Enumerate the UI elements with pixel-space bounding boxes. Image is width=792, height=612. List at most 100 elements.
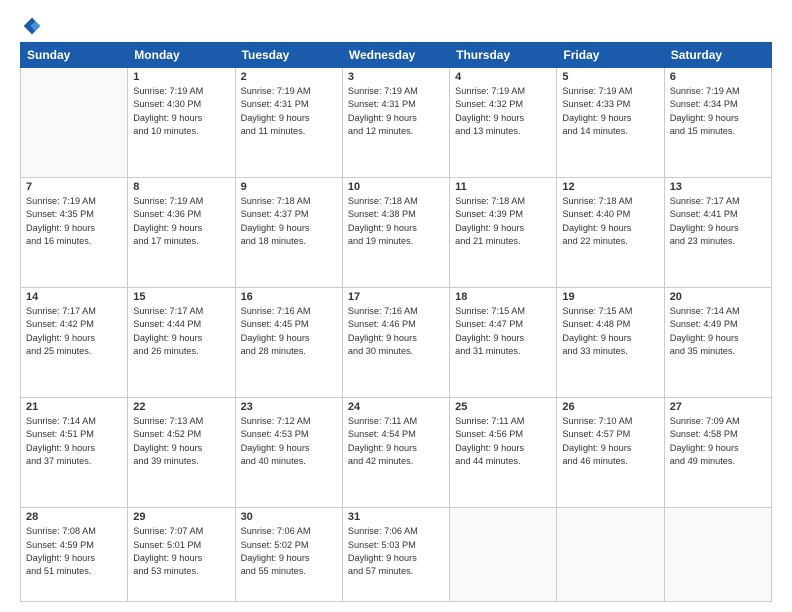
calendar-header-tuesday: Tuesday xyxy=(235,43,342,68)
day-number: 27 xyxy=(670,401,766,413)
day-info: Sunrise: 7:06 AMSunset: 5:02 PMDaylight:… xyxy=(241,525,337,578)
calendar-cell: 20 Sunrise: 7:14 AMSunset: 4:49 PMDayligh… xyxy=(664,288,771,398)
day-info: Sunrise: 7:07 AMSunset: 5:01 PMDaylight:… xyxy=(133,525,229,578)
day-info: Sunrise: 7:19 AMSunset: 4:33 PMDaylight:… xyxy=(562,85,658,138)
calendar-cell: 17 Sunrise: 7:16 AMSunset: 4:46 PMDayligh… xyxy=(342,288,449,398)
calendar-cell: 31 Sunrise: 7:06 AMSunset: 5:03 PMDayligh… xyxy=(342,508,449,602)
day-info: Sunrise: 7:16 AMSunset: 4:45 PMDaylight:… xyxy=(241,305,337,358)
calendar-header-row: SundayMondayTuesdayWednesdayThursdayFrid… xyxy=(21,43,772,68)
day-info: Sunrise: 7:08 AMSunset: 4:59 PMDaylight:… xyxy=(26,525,122,578)
day-info: Sunrise: 7:14 AMSunset: 4:51 PMDaylight:… xyxy=(26,415,122,468)
calendar-header-sunday: Sunday xyxy=(21,43,128,68)
calendar-cell: 26 Sunrise: 7:10 AMSunset: 4:57 PMDayligh… xyxy=(557,398,664,508)
day-number: 9 xyxy=(241,181,337,193)
day-number: 19 xyxy=(562,291,658,303)
calendar-cell: 19 Sunrise: 7:15 AMSunset: 4:48 PMDayligh… xyxy=(557,288,664,398)
logo-icon xyxy=(22,16,42,36)
day-info: Sunrise: 7:18 AMSunset: 4:40 PMDaylight:… xyxy=(562,195,658,248)
calendar-cell: 12Sunrise: 7:18 AMSunset: 4:40 PMDayligh… xyxy=(557,178,664,288)
day-info: Sunrise: 7:13 AMSunset: 4:52 PMDaylight:… xyxy=(133,415,229,468)
day-info: Sunrise: 7:14 AMSunset: 4:49 PMDaylight:… xyxy=(670,305,766,358)
day-number: 31 xyxy=(348,511,444,523)
calendar-cell: 22 Sunrise: 7:13 AMSunset: 4:52 PMDayligh… xyxy=(128,398,235,508)
day-number: 17 xyxy=(348,291,444,303)
calendar-cell: 4Sunrise: 7:19 AMSunset: 4:32 PMDaylight… xyxy=(450,68,557,178)
day-info: Sunrise: 7:18 AMSunset: 4:38 PMDaylight:… xyxy=(348,195,444,248)
day-info: Sunrise: 7:19 AMSunset: 4:35 PMDaylight:… xyxy=(26,195,122,248)
day-number: 22 xyxy=(133,401,229,413)
day-info: Sunrise: 7:18 AMSunset: 4:39 PMDaylight:… xyxy=(455,195,551,248)
day-info: Sunrise: 7:06 AMSunset: 5:03 PMDaylight:… xyxy=(348,525,444,578)
day-number: 21 xyxy=(26,401,122,413)
day-info: Sunrise: 7:18 AMSunset: 4:37 PMDaylight:… xyxy=(241,195,337,248)
day-info: Sunrise: 7:15 AMSunset: 4:48 PMDaylight:… xyxy=(562,305,658,358)
calendar-cell: 2 Sunrise: 7:19 AMSunset: 4:31 PMDaylight… xyxy=(235,68,342,178)
day-number: 30 xyxy=(241,511,337,523)
day-info: Sunrise: 7:17 AMSunset: 4:42 PMDaylight:… xyxy=(26,305,122,358)
page: SundayMondayTuesdayWednesdayThursdayFrid… xyxy=(0,0,792,612)
calendar-cell: 27 Sunrise: 7:09 AMSunset: 4:58 PMDayligh… xyxy=(664,398,771,508)
day-info: Sunrise: 7:19 AMSunset: 4:31 PMDaylight:… xyxy=(241,85,337,138)
day-number: 8 xyxy=(133,181,229,193)
day-info: Sunrise: 7:10 AMSunset: 4:57 PMDaylight:… xyxy=(562,415,658,468)
day-number: 25 xyxy=(455,401,551,413)
logo xyxy=(20,16,42,32)
calendar-cell: 25 Sunrise: 7:11 AMSunset: 4:56 PMDayligh… xyxy=(450,398,557,508)
day-info: Sunrise: 7:11 AMSunset: 4:56 PMDaylight:… xyxy=(455,415,551,468)
day-number: 1 xyxy=(133,71,229,83)
day-info: Sunrise: 7:19 AMSunset: 4:31 PMDaylight:… xyxy=(348,85,444,138)
day-number: 11 xyxy=(455,181,551,193)
calendar-cell xyxy=(450,508,557,602)
calendar-cell xyxy=(557,508,664,602)
calendar-cell: 5Sunrise: 7:19 AMSunset: 4:33 PMDaylight… xyxy=(557,68,664,178)
calendar-week-row: 14 Sunrise: 7:17 AMSunset: 4:42 PMDayligh… xyxy=(21,288,772,398)
day-number: 10 xyxy=(348,181,444,193)
calendar-week-row: 1 Sunrise: 7:19 AMSunset: 4:30 PMDaylight… xyxy=(21,68,772,178)
day-info: Sunrise: 7:19 AMSunset: 4:30 PMDaylight:… xyxy=(133,85,229,138)
day-info: Sunrise: 7:12 AMSunset: 4:53 PMDaylight:… xyxy=(241,415,337,468)
day-number: 29 xyxy=(133,511,229,523)
calendar-cell: 8 Sunrise: 7:19 AMSunset: 4:36 PMDaylight… xyxy=(128,178,235,288)
day-number: 13 xyxy=(670,181,766,193)
day-info: Sunrise: 7:19 AMSunset: 4:34 PMDaylight:… xyxy=(670,85,766,138)
calendar-header-thursday: Thursday xyxy=(450,43,557,68)
calendar-cell: 11 Sunrise: 7:18 AMSunset: 4:39 PMDayligh… xyxy=(450,178,557,288)
calendar-cell: 13Sunrise: 7:17 AMSunset: 4:41 PMDayligh… xyxy=(664,178,771,288)
calendar-cell: 30 Sunrise: 7:06 AMSunset: 5:02 PMDayligh… xyxy=(235,508,342,602)
day-number: 26 xyxy=(562,401,658,413)
day-number: 28 xyxy=(26,511,122,523)
day-number: 16 xyxy=(241,291,337,303)
calendar-cell: 10 Sunrise: 7:18 AMSunset: 4:38 PMDayligh… xyxy=(342,178,449,288)
day-number: 23 xyxy=(241,401,337,413)
calendar-header-friday: Friday xyxy=(557,43,664,68)
day-number: 24 xyxy=(348,401,444,413)
day-number: 2 xyxy=(241,71,337,83)
day-number: 18 xyxy=(455,291,551,303)
day-number: 15 xyxy=(133,291,229,303)
calendar-cell xyxy=(21,68,128,178)
day-info: Sunrise: 7:19 AMSunset: 4:32 PMDaylight:… xyxy=(455,85,551,138)
day-info: Sunrise: 7:16 AMSunset: 4:46 PMDaylight:… xyxy=(348,305,444,358)
day-number: 3 xyxy=(348,71,444,83)
calendar-header-saturday: Saturday xyxy=(664,43,771,68)
calendar-cell: 16 Sunrise: 7:16 AMSunset: 4:45 PMDayligh… xyxy=(235,288,342,398)
calendar-cell: 29 Sunrise: 7:07 AMSunset: 5:01 PMDayligh… xyxy=(128,508,235,602)
day-number: 20 xyxy=(670,291,766,303)
day-info: Sunrise: 7:19 AMSunset: 4:36 PMDaylight:… xyxy=(133,195,229,248)
day-number: 14 xyxy=(26,291,122,303)
calendar-cell: 6Sunrise: 7:19 AMSunset: 4:34 PMDaylight… xyxy=(664,68,771,178)
calendar-cell: 24 Sunrise: 7:11 AMSunset: 4:54 PMDayligh… xyxy=(342,398,449,508)
day-info: Sunrise: 7:09 AMSunset: 4:58 PMDaylight:… xyxy=(670,415,766,468)
header xyxy=(20,16,772,32)
calendar-cell: 1 Sunrise: 7:19 AMSunset: 4:30 PMDaylight… xyxy=(128,68,235,178)
calendar-cell: 9 Sunrise: 7:18 AMSunset: 4:37 PMDaylight… xyxy=(235,178,342,288)
day-info: Sunrise: 7:17 AMSunset: 4:44 PMDaylight:… xyxy=(133,305,229,358)
day-info: Sunrise: 7:11 AMSunset: 4:54 PMDaylight:… xyxy=(348,415,444,468)
calendar-cell: 7 Sunrise: 7:19 AMSunset: 4:35 PMDaylight… xyxy=(21,178,128,288)
calendar-header-monday: Monday xyxy=(128,43,235,68)
calendar-week-row: 21 Sunrise: 7:14 AMSunset: 4:51 PMDayligh… xyxy=(21,398,772,508)
calendar-week-row: 28 Sunrise: 7:08 AMSunset: 4:59 PMDayligh… xyxy=(21,508,772,602)
calendar-cell: 14 Sunrise: 7:17 AMSunset: 4:42 PMDayligh… xyxy=(21,288,128,398)
calendar-week-row: 7 Sunrise: 7:19 AMSunset: 4:35 PMDaylight… xyxy=(21,178,772,288)
day-number: 7 xyxy=(26,181,122,193)
